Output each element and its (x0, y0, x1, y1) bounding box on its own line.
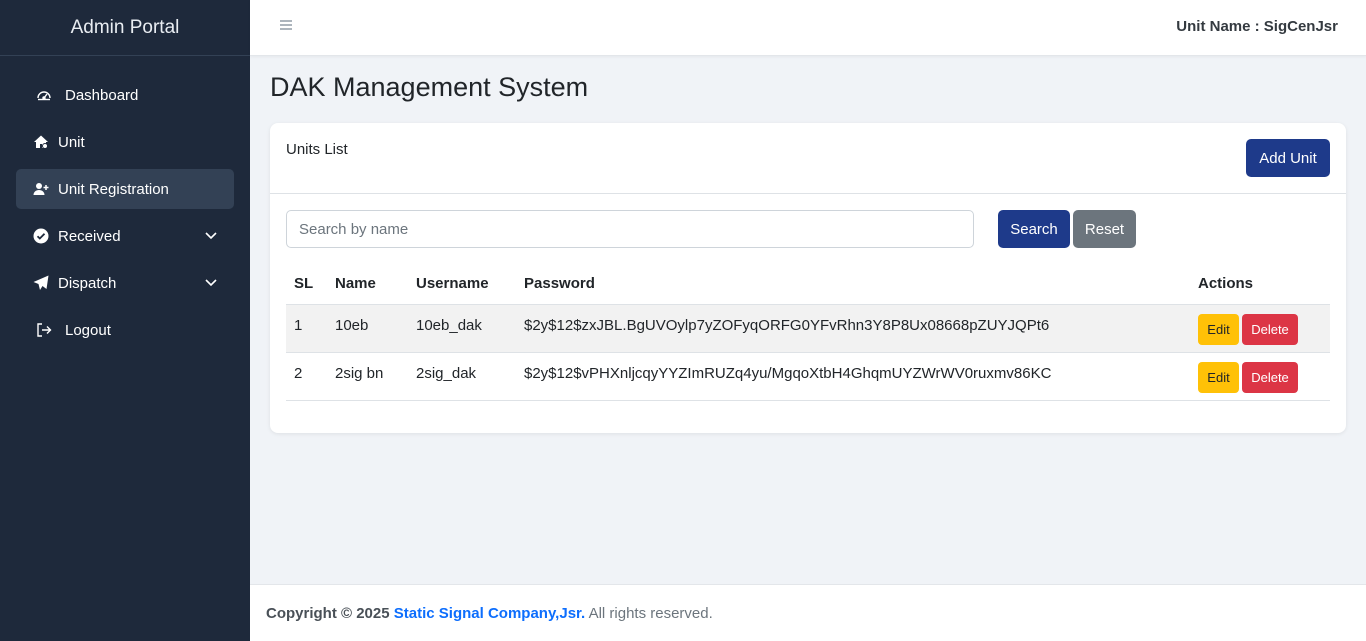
cell-sl: 1 (286, 304, 327, 353)
column-header-password: Password (516, 264, 1190, 305)
column-header-name: Name (327, 264, 408, 305)
sidebar-item-label: Unit Registration (58, 180, 169, 198)
search-button[interactable]: Search (998, 210, 1070, 248)
topbar: Unit Name : SigCenJsr (250, 0, 1366, 56)
cell-actions: Edit Delete (1190, 352, 1330, 401)
sidebar-item-label: Dashboard (65, 86, 139, 104)
card-header: Units List Add Unit (270, 123, 1346, 194)
footer: Copyright © 2025 Static Signal Company,J… (250, 584, 1366, 641)
cell-name: 10eb (327, 304, 408, 353)
cell-username: 2sig_dak (408, 352, 516, 401)
user-plus-icon (32, 180, 50, 198)
delete-button[interactable]: Delete (1242, 361, 1298, 393)
unit-name-label: Unit Name : SigCenJsr (1176, 18, 1338, 35)
cell-password: $2y$12$vPHXnljcqyYYZImRUZq4yu/MgqoXtbH4G… (516, 352, 1190, 401)
footer-copyright: Copyright © 2025 Static Signal Company,J… (266, 605, 713, 622)
add-unit-button[interactable]: Add Unit (1246, 139, 1330, 177)
logout-icon (35, 321, 53, 339)
column-header-username: Username (408, 264, 516, 305)
cell-name: 2sig bn (327, 352, 408, 401)
sidebar-item-dispatch[interactable]: Dispatch (16, 263, 234, 303)
delete-button[interactable]: Delete (1242, 313, 1298, 345)
sidebar-item-received[interactable]: Received (16, 216, 234, 256)
sidebar-item-label: Logout (65, 321, 111, 339)
sidebar-nav: Dashboard Unit Unit Registration Receive… (0, 56, 250, 350)
sidebar-item-logout[interactable]: Logout (16, 310, 234, 350)
search-input[interactable] (286, 210, 974, 248)
sidebar-item-label: Received (58, 227, 121, 245)
paper-plane-icon (32, 274, 50, 292)
units-table: SL Name Username Password Actions 1 10eb… (286, 264, 1330, 401)
sidebar-item-label: Dispatch (58, 274, 117, 292)
sidebar: Admin Portal Dashboard Unit Unit Registr… (0, 0, 250, 641)
card-title: Units List (286, 141, 348, 158)
company-link[interactable]: Static Signal Company,Jsr. (394, 605, 585, 622)
reset-button[interactable]: Reset (1073, 210, 1136, 248)
page-title: DAK Management System (270, 72, 589, 102)
edit-button[interactable]: Edit (1198, 361, 1239, 393)
menu-toggle-icon[interactable] (280, 20, 292, 34)
sidebar-item-unit-registration[interactable]: Unit Registration (16, 169, 234, 209)
check-circle-icon (32, 227, 50, 245)
table-row: 2 2sig bn 2sig_dak $2y$12$vPHXnljcqyYYZI… (286, 352, 1330, 401)
units-list-card: Units List Add Unit Search Reset SL Name… (270, 123, 1346, 433)
copyright-prefix: Copyright © 2025 (266, 605, 390, 622)
cell-actions: Edit Delete (1190, 304, 1330, 353)
brand-title: Admin Portal (0, 0, 250, 56)
column-header-actions: Actions (1190, 264, 1330, 305)
home-icon (32, 133, 50, 151)
table-header-row: SL Name Username Password Actions (286, 264, 1330, 305)
copyright-suffix: All rights reserved. (588, 605, 713, 622)
cell-username: 10eb_dak (408, 304, 516, 353)
sidebar-item-unit[interactable]: Unit (16, 122, 234, 162)
column-header-sl: SL (286, 264, 327, 305)
cell-sl: 2 (286, 352, 327, 401)
table-row: 1 10eb 10eb_dak $2y$12$zxJBL.BgUVOylp7yZ… (286, 304, 1330, 353)
sidebar-item-dashboard[interactable]: Dashboard (16, 75, 234, 115)
cell-password: $2y$12$zxJBL.BgUVOylp7yZOFyqORFG0YFvRhn3… (516, 304, 1190, 353)
sidebar-item-label: Unit (58, 133, 85, 151)
chevron-down-icon[interactable] (204, 228, 218, 242)
chevron-down-icon[interactable] (204, 275, 218, 289)
dashboard-gauge-icon (35, 86, 53, 104)
edit-button[interactable]: Edit (1198, 313, 1239, 345)
